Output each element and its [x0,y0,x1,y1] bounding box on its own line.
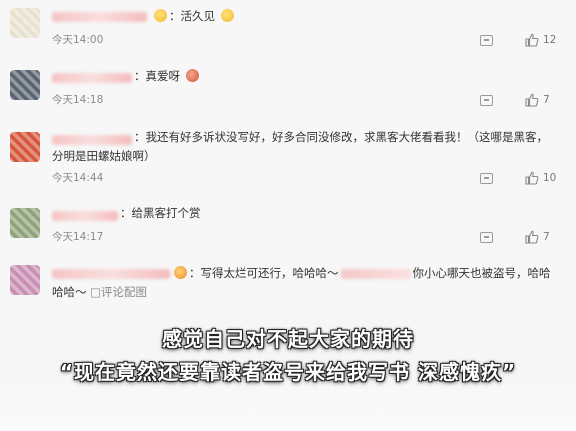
like-icon[interactable] [525,93,539,107]
username-blurred[interactable] [52,12,147,22]
comment-time: 今天14:00 [52,34,104,46]
comment-text: ：活久见 [152,7,554,26]
comment-image-link[interactable]: □评论配图 [90,285,147,299]
comment-text: ：给黑客打个赏 [120,206,201,220]
comment-text: ：我还有好多诉状没写好，好多合同没修改，求黑客大佬看看我！（这哪是黑客，分明是田… [52,130,548,163]
blushing-face-icon [185,69,199,82]
comment-time: 今天14:18 [52,94,104,106]
like-count: 7 [543,94,550,106]
reply-icon[interactable] [480,95,493,106]
avatar[interactable] [10,132,40,162]
avatar[interactable] [10,265,40,295]
comment-time: 今天14:44 [52,172,104,184]
avatar[interactable] [10,70,40,100]
reply-icon[interactable] [480,232,493,243]
like-icon[interactable] [525,230,539,244]
username-blurred[interactable] [52,211,118,221]
like-icon[interactable] [525,33,539,47]
like-icon[interactable] [525,171,539,185]
yellow-face-icon [154,9,167,22]
mention-blurred[interactable] [340,268,411,279]
like-count: 12 [543,34,557,46]
reply-icon[interactable] [480,35,493,46]
like-count: 7 [543,231,550,243]
avatar[interactable] [10,8,40,38]
video-subtitle-line-2: “现在竟然还要靠读者盗号来给我写书 深感愧疚” [59,360,517,384]
username-blurred[interactable] [52,73,132,83]
avatar[interactable] [10,208,40,238]
video-subtitle-line-1: 感觉自己对不起大家的期待 [162,327,414,351]
reply-icon[interactable] [480,173,493,184]
comment-text: ：真爱呀 [134,67,554,86]
grinning-face-icon [174,266,187,279]
comment-time: 今天14:17 [52,231,104,243]
cat-face-icon [220,9,234,22]
comment-text: ：写得太烂可还行，哈哈哈～ 你小心哪天也被盗号，哈哈哈哈～ □评论配图 [52,266,551,299]
like-count: 10 [543,172,557,184]
